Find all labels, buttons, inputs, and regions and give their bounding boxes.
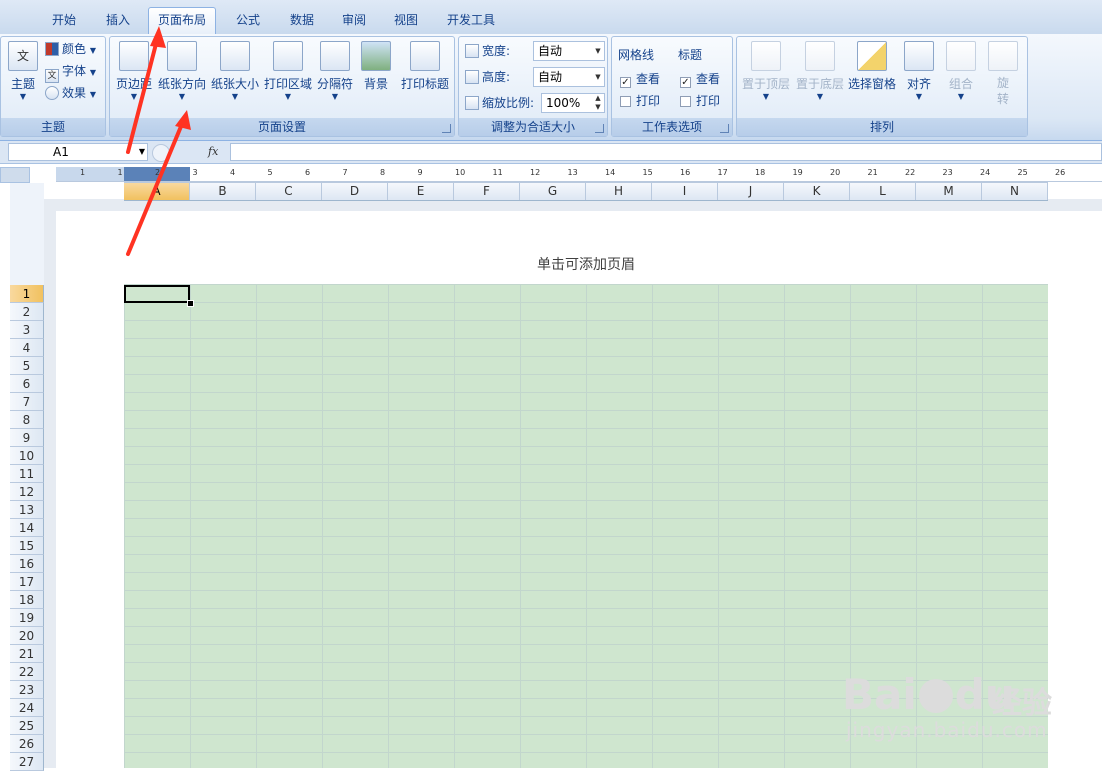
watermark-brand: Bai du bbox=[842, 670, 1015, 719]
watermark-cn: 经验 bbox=[992, 686, 1052, 721]
watermark-url: jingyan.baidu.com bbox=[846, 718, 1048, 742]
baidu-jingyan-watermark: Bai du 经验 jingyan.baidu.com bbox=[842, 650, 1082, 750]
arrow-to-page-layout-tab bbox=[126, 26, 166, 154]
paw-icon bbox=[918, 679, 953, 713]
watermark-brand-bai: Bai bbox=[842, 670, 917, 719]
arrow-to-orientation-button bbox=[126, 110, 191, 256]
